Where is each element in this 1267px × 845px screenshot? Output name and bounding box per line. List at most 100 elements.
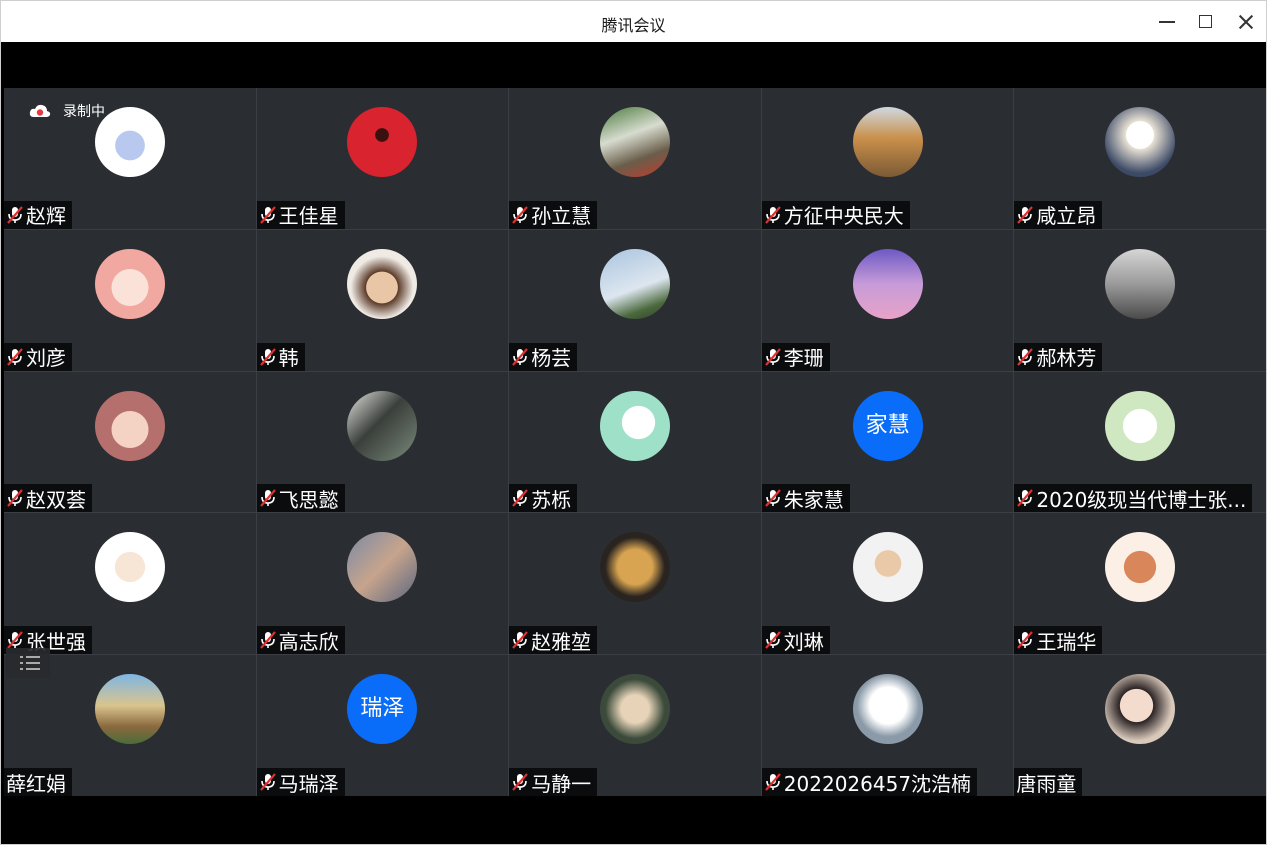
cool-cat-sunglasses-avatar — [852, 674, 923, 745]
red-logo-avatar — [347, 107, 418, 177]
participant-name: 薛红娟 — [6, 771, 66, 796]
mic-muted-icon — [259, 347, 276, 366]
castle-town-photo-avatar — [94, 674, 165, 745]
participant-name: 杨芸 — [531, 346, 572, 371]
participant-name-tag: 韩 — [256, 342, 305, 371]
mic-muted-icon — [259, 631, 276, 649]
participant-tile[interactable]: 2022026457沈浩楠 — [761, 655, 1014, 796]
participant-name-tag: 李珊 — [761, 342, 830, 371]
mic-muted-icon — [512, 347, 529, 366]
mic-muted-icon — [764, 489, 781, 508]
mic-muted-icon — [512, 206, 529, 224]
participant-list-button[interactable] — [6, 648, 50, 678]
participant-name: 马静一 — [531, 771, 592, 796]
mic-muted-icon — [764, 631, 781, 649]
participant-tile[interactable]: 方征中央民大 — [761, 88, 1014, 229]
mic-muted-icon — [512, 631, 529, 649]
orange-bear-cartoon-avatar — [1105, 532, 1176, 603]
meeting-window: 腾讯会议 录制中 赵辉 王佳星 孙立慧 方征中央民大 咸立昂刘彦 韩 杨芸 李珊 郝林芳赵双荟 飞… — [0, 0, 1267, 845]
participant-tile[interactable]: 家慧 朱家慧 — [761, 371, 1014, 513]
participant-name: 2020级现当代博士张... — [1036, 487, 1247, 512]
participant-name: 刘琳 — [783, 629, 824, 654]
mic-muted-icon — [259, 206, 276, 224]
tent-autumn-photo-avatar — [852, 107, 923, 177]
participant-name: 刘彦 — [26, 346, 66, 371]
recording-label: 录制中 — [63, 104, 105, 120]
participant-grid: 赵辉 王佳星 孙立慧 方征中央民大 咸立昂刘彦 韩 杨芸 李珊 郝林芳赵双荟 飞思懿 苏栎 家慧 朱家慧… — [4, 88, 1266, 796]
participant-tile[interactable]: 飞思懿 — [256, 371, 509, 513]
whale-cartoon-avatar — [94, 107, 165, 177]
participant-tile[interactable]: 孙立慧 — [509, 88, 761, 229]
mic-muted-icon — [764, 206, 781, 224]
anime-girl-glasses-avatar — [94, 248, 165, 319]
mic-muted-icon — [7, 206, 23, 224]
pink-bunny-cartoon-avatar — [94, 390, 165, 461]
participant-name-tag: 咸立昂 — [1014, 200, 1103, 229]
text-avatar: 瑞泽 — [347, 674, 418, 745]
ink-landscape-avatar — [1105, 248, 1176, 319]
maximize-button[interactable] — [1193, 9, 1219, 35]
participant-tile[interactable]: 唐雨童 — [1014, 655, 1266, 796]
mic-muted-icon — [259, 489, 276, 508]
close-button[interactable] — [1233, 9, 1259, 35]
maximize-icon — [1199, 15, 1212, 28]
mic-muted-icon — [512, 489, 529, 508]
top-toolbar-area — [3, 42, 1266, 88]
participant-name-tag: 杨芸 — [509, 342, 578, 371]
participant-tile[interactable]: 韩 — [256, 229, 509, 371]
participant-tile[interactable]: 李珊 — [761, 229, 1014, 371]
participant-tile[interactable]: 高志欣 — [256, 513, 509, 655]
mic-muted-icon — [7, 489, 23, 508]
participant-tile[interactable]: 王瑞华 — [1014, 513, 1266, 655]
minimize-button[interactable] — [1154, 9, 1180, 35]
ink-painting-avatar — [347, 390, 418, 461]
participant-tile[interactable]: 苏栎 — [509, 371, 761, 513]
lion-plush-avatar — [599, 532, 670, 603]
participant-name-tag: 唐雨童 — [1014, 768, 1083, 796]
participant-name: 苏栎 — [531, 487, 572, 512]
participant-tile[interactable]: 刘彦 — [4, 229, 256, 371]
participant-name: 飞思懿 — [278, 487, 339, 512]
participant-tile[interactable]: 杨芸 — [509, 229, 761, 371]
participant-name: 王佳星 — [278, 204, 339, 229]
participant-name: 李珊 — [783, 346, 824, 371]
mic-muted-icon — [7, 347, 23, 366]
girl-portrait-avatar — [347, 248, 418, 319]
participant-tile[interactable]: 刘琳 — [761, 513, 1014, 655]
mic-muted-icon — [259, 773, 276, 791]
cloud-sky-photo-avatar — [347, 532, 418, 603]
participant-tile[interactable]: 瑞泽马瑞泽 — [256, 655, 509, 796]
participant-name-tag: 高志欣 — [256, 626, 345, 655]
participant-name: 唐雨童 — [1016, 771, 1077, 796]
participant-tile[interactable]: 赵雅堃 — [509, 513, 761, 655]
participant-name-tag: 刘彦 — [4, 342, 72, 371]
participant-name-tag: 2022026457沈浩楠 — [761, 768, 978, 796]
participant-name-tag: 朱家慧 — [761, 484, 850, 513]
participant-name: 2022026457沈浩楠 — [783, 771, 972, 796]
participant-tile[interactable]: 赵双荟 — [4, 371, 256, 513]
mic-muted-icon — [1017, 206, 1034, 224]
girl-selfie-avatar — [1105, 674, 1176, 745]
participant-name-tag: 孙立慧 — [509, 200, 598, 229]
participant-name: 赵雅堃 — [531, 629, 592, 654]
participant-name-tag: 赵辉 — [4, 200, 72, 229]
title-bar[interactable]: 腾讯会议 — [1, 1, 1266, 42]
recording-indicator[interactable]: 录制中 — [29, 101, 105, 121]
participant-name-tag: 郝林芳 — [1014, 342, 1103, 371]
participant-name: 方征中央民大 — [783, 204, 904, 229]
participant-name-tag: 刘琳 — [761, 626, 830, 655]
participant-tile[interactable]: 2020级现当代博士张... — [1014, 371, 1266, 513]
participant-tile[interactable]: 马静一 — [509, 655, 761, 796]
participant-name: 马瑞泽 — [278, 771, 339, 796]
window-title: 腾讯会议 — [601, 16, 666, 35]
participant-name-tag: 王瑞华 — [1014, 626, 1103, 655]
flower-vase-photo-avatar — [599, 107, 670, 177]
painted-child-avatar — [599, 674, 670, 745]
participant-tile[interactable]: 王佳星 — [256, 88, 509, 229]
participant-tile[interactable]: 咸立昂 — [1014, 88, 1266, 229]
participant-name: 赵辉 — [26, 204, 66, 229]
participant-tile[interactable]: 张世强 — [4, 513, 256, 655]
participant-tile[interactable]: 郝林芳 — [1014, 229, 1266, 371]
participant-name-tag: 苏栎 — [509, 484, 578, 513]
participant-name-tag: 2020级现当代博士张... — [1014, 484, 1253, 513]
